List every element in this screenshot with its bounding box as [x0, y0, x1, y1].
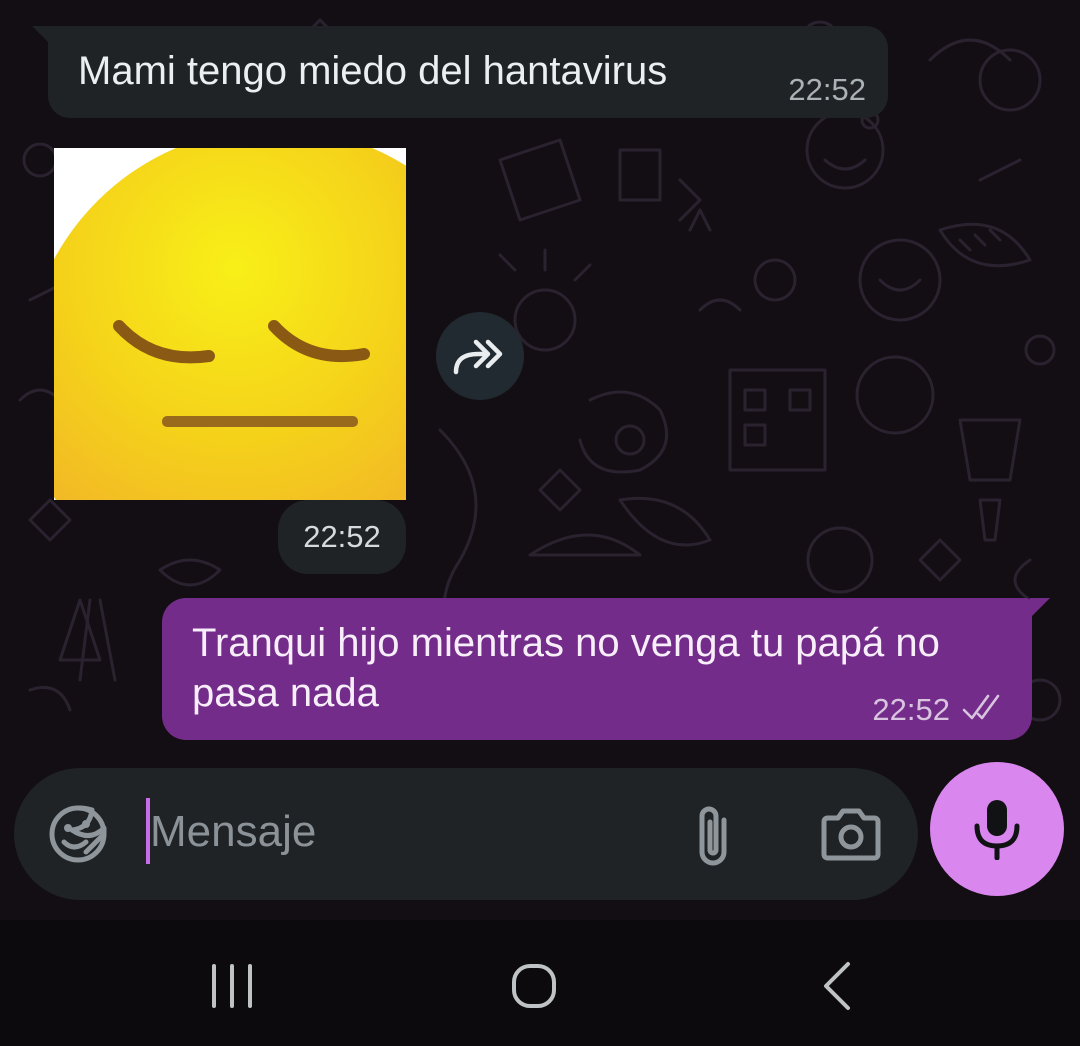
sticker-pensive-face[interactable]: [54, 148, 406, 500]
sticker-emoji-icon: [49, 805, 107, 863]
bubble-tail: [1030, 598, 1050, 618]
voice-record-button[interactable]: [930, 762, 1064, 896]
microphone-icon: [974, 800, 1020, 860]
back-button[interactable]: [806, 954, 870, 1018]
attach-button[interactable]: [686, 798, 744, 870]
recent-apps-button[interactable]: [200, 954, 264, 1018]
message-text: Mami tengo miedo del hantavirus: [78, 49, 668, 93]
camera-icon: [821, 808, 881, 861]
sticker-emoji-button[interactable]: [48, 804, 108, 864]
message-composer: [14, 768, 918, 900]
back-icon: [824, 962, 850, 1010]
paperclip-icon: [699, 806, 727, 866]
bubble-tail: [32, 26, 52, 46]
pensive-face-icon: [54, 148, 406, 500]
incoming-message[interactable]: Mami tengo miedo del hantavirus 22:52: [32, 26, 888, 118]
double-check-icon: [962, 694, 1000, 720]
recent-apps-icon: [212, 964, 252, 1008]
camera-button[interactable]: [818, 802, 884, 868]
forward-icon: [453, 339, 503, 375]
message-time: 22:52: [788, 72, 866, 107]
message-input[interactable]: [150, 796, 670, 868]
outgoing-message[interactable]: Tranqui hijo mientras no venga tu papá n…: [162, 598, 1050, 740]
home-button[interactable]: [502, 954, 566, 1018]
forward-button[interactable]: [436, 312, 524, 400]
system-navigation-bar: [0, 920, 1080, 1046]
message-time: 22:52: [872, 692, 950, 727]
sticker-time: 22:52: [278, 500, 406, 574]
home-icon: [512, 964, 556, 1008]
